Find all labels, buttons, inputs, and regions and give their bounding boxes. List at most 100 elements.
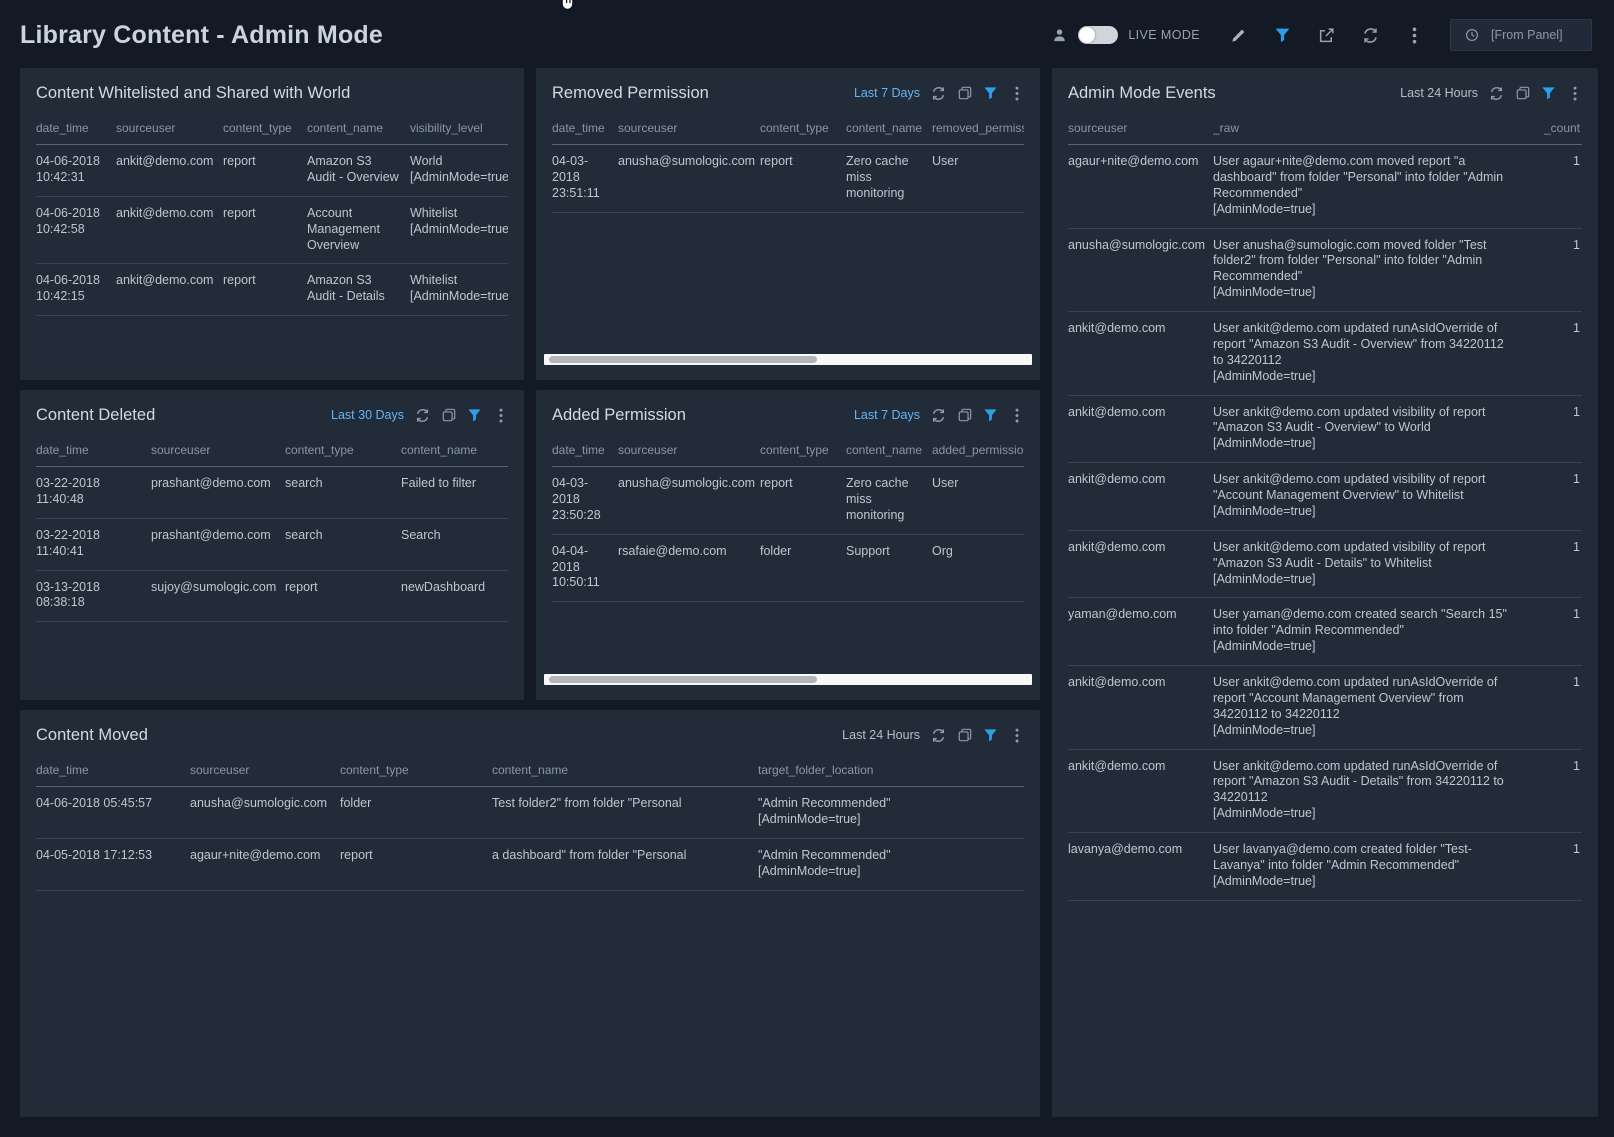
live-mode-toggle[interactable] <box>1078 26 1118 44</box>
table-row[interactable]: yaman@demo.comUser yaman@demo.com create… <box>1068 598 1582 666</box>
table-row[interactable]: 04-05-2018 17:12:53agaur+nite@demo.comre… <box>36 838 1024 890</box>
table-cell: Org <box>932 534 1024 602</box>
column-header-sourceuser[interactable]: sourceuser <box>151 434 285 467</box>
column-header-content-type[interactable]: content_type <box>760 434 846 467</box>
table-row[interactable]: ankit@demo.comUser ankit@demo.com update… <box>1068 312 1582 396</box>
column-header-content-name[interactable]: content_name <box>846 434 932 467</box>
share-icon[interactable] <box>1317 26 1335 44</box>
column-header--raw[interactable]: _raw <box>1213 112 1536 145</box>
column-header-sourceuser[interactable]: sourceuser <box>618 112 760 145</box>
column-header-content-type[interactable]: content_type <box>340 754 492 787</box>
filter-icon[interactable] <box>983 728 998 743</box>
table-row[interactable]: ankit@demo.comUser ankit@demo.com update… <box>1068 530 1582 598</box>
filter-icon[interactable] <box>983 408 998 423</box>
column-header-content-name[interactable]: content_name <box>307 112 410 145</box>
table-row[interactable]: 04-03- 2018 23:51:11anusha@sumologic.com… <box>552 145 1024 213</box>
filter-icon[interactable] <box>1273 26 1291 44</box>
copy-icon[interactable] <box>1515 86 1530 101</box>
table-header-row: date_timesourceusercontent_typecontent_n… <box>552 434 1024 467</box>
filter-icon[interactable] <box>1541 86 1556 101</box>
panel-header: Content Moved Last 24 Hours <box>36 719 1024 751</box>
column-header-date-time[interactable]: date_time <box>36 754 190 787</box>
copy-icon[interactable] <box>957 86 972 101</box>
table-row[interactable]: ankit@demo.comUser ankit@demo.com update… <box>1068 749 1582 833</box>
column-header-content-type[interactable]: content_type <box>760 112 846 145</box>
filter-icon[interactable] <box>467 408 482 423</box>
kebab-menu-icon[interactable] <box>493 408 508 423</box>
horizontal-scrollbar[interactable] <box>544 354 1032 365</box>
kebab-menu-icon[interactable] <box>1009 86 1024 101</box>
refresh-icon[interactable] <box>931 408 946 423</box>
copy-icon[interactable] <box>441 408 456 423</box>
column-header-date-time[interactable]: date_time <box>552 112 618 145</box>
copy-icon[interactable] <box>957 728 972 743</box>
panel-content-deleted: Content Deleted Last 30 Days date_timeso… <box>20 390 524 700</box>
column-header-sourceuser[interactable]: sourceuser <box>190 754 340 787</box>
table-cell: anusha@sumologic.com <box>618 467 760 535</box>
pencil-icon[interactable] <box>1229 26 1247 44</box>
table-cell: 04-03- 2018 23:50:28 <box>552 467 618 535</box>
table-cell: 1 <box>1536 833 1582 901</box>
table-row[interactable]: 03-22-2018 11:40:41prashant@demo.comsear… <box>36 518 508 570</box>
scrollbar-thumb[interactable] <box>549 676 817 683</box>
kebab-menu-icon[interactable] <box>1567 86 1582 101</box>
column-header-sourceuser[interactable]: sourceuser <box>618 434 760 467</box>
table-row[interactable]: 04-06-2018 10:42:15ankit@demo.comreportA… <box>36 264 508 316</box>
table-row[interactable]: 04-06-2018 10:42:58ankit@demo.comreportA… <box>36 196 508 264</box>
column-header--count[interactable]: _count <box>1536 112 1582 145</box>
time-range-label[interactable]: Last 7 Days <box>854 408 920 422</box>
time-range-input[interactable]: [From Panel] <box>1450 19 1592 51</box>
filter-icon[interactable] <box>983 86 998 101</box>
column-header-added-permission[interactable]: added_permission <box>932 434 1024 467</box>
table-row[interactable]: anusha@sumologic.comUser anusha@sumologi… <box>1068 228 1582 312</box>
table-row[interactable]: ankit@demo.comUser ankit@demo.com update… <box>1068 666 1582 750</box>
table-row[interactable]: ankit@demo.comUser ankit@demo.com update… <box>1068 463 1582 531</box>
refresh-icon[interactable] <box>1361 26 1379 44</box>
table-header-row: date_timesourceusercontent_typecontent_n… <box>36 754 1024 787</box>
table-cell: 04-05-2018 17:12:53 <box>36 838 190 890</box>
kebab-menu-icon[interactable] <box>1009 728 1024 743</box>
time-range-label[interactable]: Last 7 Days <box>854 86 920 100</box>
copy-icon[interactable] <box>957 408 972 423</box>
column-header-content-name[interactable]: content_name <box>492 754 758 787</box>
panel-header: Content Whitelisted and Shared with Worl… <box>36 77 508 109</box>
table-row[interactable]: 04-06-2018 10:42:31ankit@demo.comreportA… <box>36 145 508 197</box>
column-header-visibility-level[interactable]: visibility_level <box>410 112 508 145</box>
table-row[interactable]: lavanya@demo.comUser lavanya@demo.com cr… <box>1068 833 1582 901</box>
column-header-date-time[interactable]: date_time <box>36 434 151 467</box>
table-row[interactable]: agaur+nite@demo.comUser agaur+nite@demo.… <box>1068 145 1582 229</box>
column-header-target-folder-location[interactable]: target_folder_location <box>758 754 1024 787</box>
scrollbar-thumb[interactable] <box>549 356 817 363</box>
refresh-icon[interactable] <box>931 728 946 743</box>
table-cell: Zero cache miss monitoring <box>846 467 932 535</box>
table-row[interactable]: 04-06-2018 05:45:57anusha@sumologic.comf… <box>36 787 1024 839</box>
column-header-removed-permission[interactable]: removed_permission <box>932 112 1024 145</box>
user-icon[interactable] <box>1050 26 1068 44</box>
table-row[interactable]: 03-13-2018 08:38:18sujoy@sumologic.comre… <box>36 570 508 622</box>
time-range-label[interactable]: Last 24 Hours <box>1400 86 1478 100</box>
table-row[interactable]: 04-03- 2018 23:50:28anusha@sumologic.com… <box>552 467 1024 535</box>
time-range-label[interactable]: Last 24 Hours <box>842 728 920 742</box>
refresh-icon[interactable] <box>1489 86 1504 101</box>
column-header-content-name[interactable]: content_name <box>846 112 932 145</box>
column-header-sourceuser[interactable]: sourceuser <box>1068 112 1213 145</box>
refresh-icon[interactable] <box>931 86 946 101</box>
horizontal-scrollbar[interactable] <box>544 674 1032 685</box>
mouse-cursor <box>558 0 578 13</box>
added-permission-table: date_timesourceusercontent_typecontent_n… <box>552 434 1024 602</box>
table-row[interactable]: 03-22-2018 11:40:48prashant@demo.comsear… <box>36 467 508 519</box>
time-range-label[interactable]: Last 30 Days <box>331 408 404 422</box>
panel-controls: Last 7 Days <box>854 408 1024 423</box>
column-header-content-name[interactable]: content_name <box>401 434 508 467</box>
refresh-icon[interactable] <box>415 408 430 423</box>
column-header-content-type[interactable]: content_type <box>223 112 307 145</box>
table-row[interactable]: ankit@demo.comUser ankit@demo.com update… <box>1068 395 1582 463</box>
column-header-content-type[interactable]: content_type <box>285 434 401 467</box>
column-header-sourceuser[interactable]: sourceuser <box>116 112 223 145</box>
column-header-date-time[interactable]: date_time <box>36 112 116 145</box>
kebab-menu-icon[interactable] <box>1405 26 1423 44</box>
table-cell: User yaman@demo.com created search "Sear… <box>1213 598 1536 666</box>
table-row[interactable]: 04-04- 2018 10:50:11rsafaie@demo.comfold… <box>552 534 1024 602</box>
kebab-menu-icon[interactable] <box>1009 408 1024 423</box>
column-header-date-time[interactable]: date_time <box>552 434 618 467</box>
